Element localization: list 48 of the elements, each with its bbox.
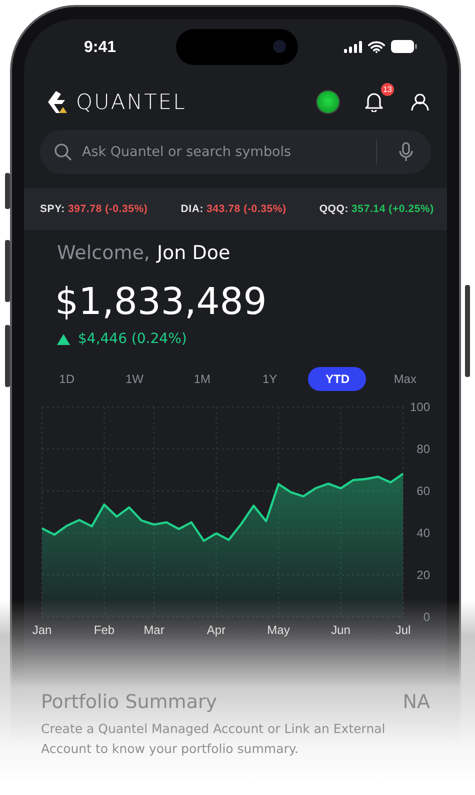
user-icon[interactable] — [411, 93, 429, 111]
axis-label: Jun — [330, 622, 352, 639]
axis-label: Mar — [142, 622, 166, 639]
ticker-quote: 357.14 (+0.25%) — [352, 203, 434, 215]
ticker-quote: 397.78 (-0.35%) — [68, 203, 148, 215]
range-tab[interactable]: 1D — [38, 367, 96, 391]
battery-icon — [391, 40, 417, 53]
range-tab[interactable]: 1Y — [240, 367, 299, 391]
range-tab[interactable]: 1M — [173, 367, 232, 391]
microphone-icon[interactable] — [399, 142, 413, 162]
bell-icon — [365, 92, 383, 112]
summary-description: Create a Quantel Managed Account or Link an External Account to know your portfolio summary. — [41, 720, 386, 758]
status-time: 9:41 — [84, 38, 116, 56]
summary-value: NA — [402, 691, 430, 713]
brand-name: QUANTEL — [76, 90, 186, 114]
axis-label: 100 — [408, 399, 430, 416]
axis-label: Feb — [92, 622, 116, 639]
greeting: Welcome, — [57, 242, 150, 264]
ticker-symbol: QQQ: — [319, 203, 349, 215]
axis-label: Jul — [394, 622, 412, 639]
notifications-button[interactable] — [363, 91, 385, 113]
search-input[interactable]: Ask Quantel or search symbols — [80, 143, 368, 161]
axis-label: 40 — [416, 525, 430, 542]
section-title: Portfolio Summary — [41, 691, 218, 713]
search-field[interactable]: Ask Quantel or search symbols — [40, 130, 431, 174]
wifi-icon — [368, 40, 385, 52]
portfolio-balance: $1,833,489 — [54, 280, 268, 324]
axis-label: 20 — [416, 567, 430, 584]
ticker-symbol: SPY: — [40, 203, 65, 215]
axis-label: May — [266, 622, 291, 639]
status-indicator[interactable] — [317, 91, 339, 113]
ticker-quote: 343.78 (-0.35%) — [206, 203, 286, 215]
axis-label: 60 — [416, 483, 430, 500]
range-tab[interactable]: YTD — [308, 367, 366, 391]
range-tab[interactable]: 1W — [105, 367, 164, 391]
axis-label: 80 — [416, 441, 430, 458]
ticker-symbol: DIA: — [180, 203, 204, 215]
axis-label: 0 — [422, 609, 430, 626]
up-triangle-icon — [57, 334, 70, 344]
range-tab[interactable]: Max — [376, 367, 434, 391]
portfolio-change: $4,446 (0.24%) — [78, 331, 187, 347]
user-name: Jon Doe — [156, 242, 230, 264]
axis-label: Jan — [31, 622, 53, 639]
signal-icon — [344, 40, 362, 52]
axis-label: Apr — [206, 622, 227, 639]
notification-badge: 13 — [381, 83, 394, 96]
logo-icon — [48, 91, 68, 113]
search-icon — [54, 143, 72, 161]
